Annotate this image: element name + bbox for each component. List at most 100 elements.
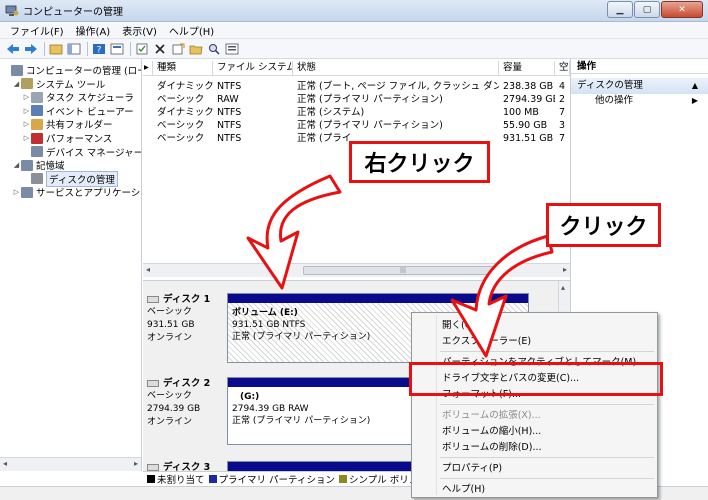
tree-item-label: イベント ビューアー — [46, 106, 134, 118]
computer-management-icon — [5, 5, 19, 17]
expander-icon[interactable]: ▷ — [12, 188, 21, 196]
list-view-icon[interactable] — [224, 41, 240, 57]
actions-more-actions[interactable]: 他の操作 ▶ — [571, 94, 708, 108]
toolbar: ? — [0, 39, 708, 59]
menu-help[interactable]: ヘルプ(H) — [163, 23, 220, 38]
show-hide-tree-icon[interactable] — [66, 41, 82, 57]
expander-icon[interactable]: ▷ — [22, 120, 31, 128]
volume-free: 3 — [559, 120, 566, 131]
checklist-icon[interactable] — [134, 41, 150, 57]
tree-item-label: タスク スケジューラ — [46, 93, 134, 105]
title-bar: コンピューターの管理 ▁ ▢ ✕ — [0, 0, 708, 22]
context-menu-item[interactable]: フォーマット(F)... — [442, 386, 521, 404]
disk-icon — [147, 296, 159, 303]
search-icon[interactable] — [206, 41, 222, 57]
volume-type: ベーシック — [157, 133, 205, 144]
volume-free: 7 — [559, 107, 566, 118]
tree-item-label: コンピューターの管理 (ローカ — [26, 66, 141, 77]
tree-item[interactable]: デバイス マネージャー — [22, 145, 142, 159]
up-folder-icon[interactable] — [48, 41, 64, 57]
menu-file[interactable]: ファイル(F) — [4, 23, 70, 38]
scroll-up-icon[interactable]: ▴ — [561, 283, 565, 292]
tree-item-label: ディスクの管理 — [46, 170, 118, 187]
tree-item[interactable]: ディスクの管理 — [22, 170, 118, 187]
computer-management-icon — [11, 64, 23, 76]
collapse-icon[interactable]: ▲ — [692, 78, 698, 94]
delete-icon[interactable] — [152, 41, 168, 57]
tree-item[interactable]: ▷ タスク スケジューラ — [22, 90, 134, 104]
context-menu-item[interactable]: エクスプローラー(E) — [442, 333, 531, 351]
context-menu-separator — [440, 404, 654, 405]
volume-row[interactable]: ベーシック NTFS 正常 (プライマリ パーティション) 55.90 GB 3 — [143, 119, 570, 132]
right-click-callout: 右クリック — [349, 141, 490, 183]
legend-unallocated: 未割り当て — [157, 474, 205, 486]
volume-type: ベーシック — [157, 94, 205, 105]
volume-fs: NTFS — [217, 107, 242, 118]
tree-item[interactable]: ◢ システム ツール — [12, 77, 105, 91]
disk-1-label[interactable]: ディスク 1 ベーシック 931.51 GB オンライン — [147, 293, 223, 345]
properties-icon[interactable] — [109, 41, 125, 57]
scroll-left-icon[interactable]: ◂ — [146, 265, 150, 274]
scroll-thumb[interactable]: ||| — [303, 266, 503, 275]
column-capacity[interactable]: 容量 — [499, 61, 555, 76]
open-folder-icon[interactable] — [188, 41, 204, 57]
tree-item[interactable]: コンピューターの管理 (ローカ — [2, 63, 141, 77]
context-menu-item[interactable]: プロパティ(P) — [442, 460, 502, 478]
column-filesystem[interactable]: ファイル システム — [213, 61, 293, 76]
event-viewer-icon — [31, 105, 43, 117]
minimize-button[interactable]: ▁ — [607, 1, 633, 18]
volume-spacer — [143, 93, 153, 106]
scroll-left-icon[interactable]: ◂ — [3, 459, 7, 468]
context-menu-separator — [440, 351, 654, 352]
close-button[interactable]: ✕ — [661, 1, 703, 18]
column-free[interactable]: 空 — [555, 61, 570, 76]
column-header: ▸ 種類 ファイル システム 状態 容量 空 — [143, 61, 570, 76]
help-icon[interactable]: ? — [91, 41, 107, 57]
disk-2-size: 2794.39 GB — [147, 404, 201, 414]
task-scheduler-icon — [31, 91, 43, 103]
expander-icon[interactable]: ▷ — [22, 134, 31, 142]
tree-item-label: デバイス マネージャー — [46, 147, 142, 159]
expander-icon[interactable]: ◢ — [12, 161, 21, 169]
context-menu-item[interactable]: ボリュームの削除(D)... — [442, 439, 542, 457]
tree-horizontal-scrollbar[interactable]: ◂ ▸ — [0, 457, 141, 471]
column-header-sort: ▸ — [143, 61, 153, 76]
volume-row[interactable]: ベーシック RAW 正常 (プライマリ パーティション) 2794.39 GB 2 — [143, 93, 570, 106]
volume-type: ダイナミック — [157, 107, 213, 118]
menu-view[interactable]: 表示(V) — [116, 23, 163, 38]
expander-icon[interactable]: ▷ — [22, 107, 31, 115]
volume-row[interactable]: ダイナミック NTFS 正常 (システム) 100 MB 7 — [143, 106, 570, 119]
volume-free: 2 — [559, 94, 566, 105]
volume-type: ダイナミック — [157, 81, 213, 92]
click-text: クリック — [559, 215, 648, 240]
volume-capacity: 238.38 GB — [503, 81, 554, 92]
volume-spacer — [143, 80, 153, 93]
forward-icon[interactable] — [23, 41, 39, 57]
context-menu-item[interactable]: ヘルプ(H) — [442, 481, 485, 499]
maximize-button[interactable]: ▢ — [634, 1, 660, 18]
menu-action[interactable]: 操作(A) — [70, 23, 117, 38]
column-status[interactable]: 状態 — [293, 61, 499, 76]
new-icon[interactable] — [170, 41, 186, 57]
tree-item[interactable]: ▷ 共有フォルダー — [22, 117, 113, 131]
expander-icon[interactable]: ▷ — [22, 93, 31, 101]
tree-item[interactable]: ▷ パフォーマンス — [22, 131, 112, 145]
tree-item[interactable]: ▷ サービスとアプリケーショ — [12, 185, 141, 199]
disk-2-label[interactable]: ディスク 2 ベーシック 2794.39 GB オンライン — [147, 377, 223, 429]
tree-item[interactable]: ▷ イベント ビューアー — [22, 104, 134, 118]
volume-status: 正常 (システム) — [297, 107, 365, 118]
storage-icon — [21, 159, 33, 171]
scroll-right-icon[interactable]: ▸ — [563, 265, 567, 274]
volume-type: ベーシック — [157, 120, 205, 131]
back-icon[interactable] — [5, 41, 21, 57]
context-menu-separator — [440, 478, 654, 479]
scroll-right-icon[interactable]: ▸ — [134, 459, 138, 468]
volume-row[interactable]: ダイナミック NTFS 正常 (ブート, ページ ファイル, クラッシュ ダンプ) 2… — [143, 80, 570, 93]
column-type[interactable]: 種類 — [153, 61, 213, 76]
volume-capacity: 2794.39 GB — [503, 94, 555, 105]
svg-text:?: ? — [97, 45, 102, 55]
actions-section-disk-management[interactable]: ディスクの管理 ▲ — [571, 78, 708, 94]
disk-3-label[interactable]: ディスク 3 — [147, 461, 223, 471]
list-horizontal-scrollbar[interactable]: ◂ ||| ▸ — [143, 263, 570, 277]
expander-icon[interactable]: ◢ — [12, 80, 21, 88]
